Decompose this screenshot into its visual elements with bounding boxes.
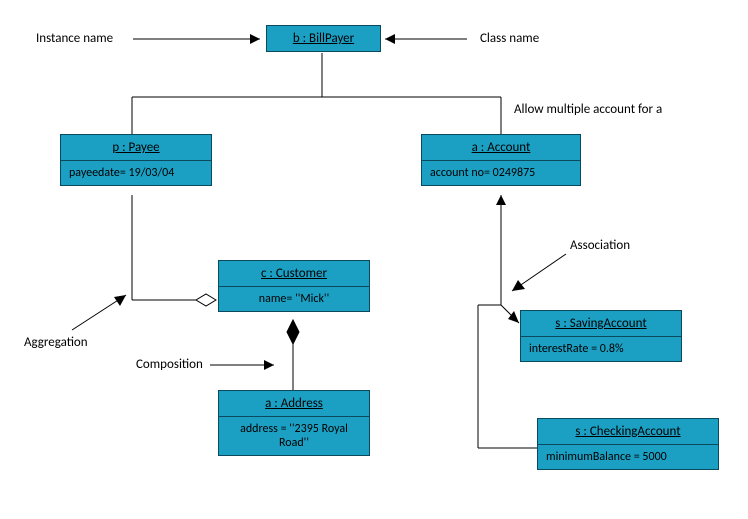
object-checking: s : CheckingAccount minimumBalance = 500…	[537, 418, 719, 470]
object-billpayer: b : BillPayer	[266, 25, 381, 52]
payee-header: p : Payee	[112, 140, 159, 155]
saving-header: s : SavingAccount	[555, 316, 646, 331]
object-customer: c : Customer name= ''Mick''	[218, 260, 370, 312]
object-saving: s : SavingAccount interestRate = 0.8%	[520, 310, 682, 362]
association-label: Association	[570, 238, 630, 253]
uml-object-diagram: Instance name Class name Allow multiple …	[0, 0, 748, 519]
checking-attr: minimumBalance = 5000	[538, 445, 718, 469]
aggregation-label: Aggregation	[24, 335, 88, 350]
allow-multiple-label: Allow multiple account for a	[514, 102, 662, 117]
object-payee: p : Payee payeedate= 19/03/04	[60, 134, 212, 186]
customer-attr: name= ''Mick''	[219, 287, 369, 311]
address-header: a : Address	[265, 396, 323, 411]
saving-attr: interestRate = 0.8%	[521, 337, 681, 361]
object-account: a : Account account no= 0249875	[421, 134, 581, 186]
account-attr: account no= 0249875	[422, 161, 580, 185]
customer-header: c : Customer	[261, 266, 327, 281]
instance-name-label: Instance name	[36, 31, 113, 46]
billpayer-header: b : BillPayer	[293, 31, 354, 46]
composition-label: Composition	[136, 357, 203, 372]
address-attr: address = ''2395 Royal Road''	[219, 417, 369, 455]
account-header: a : Account	[472, 140, 531, 155]
checking-header: s : CheckingAccount	[575, 424, 680, 439]
object-address: a : Address address = ''2395 Royal Road'…	[218, 390, 370, 456]
class-name-label: Class name	[480, 31, 539, 46]
payee-attr: payeedate= 19/03/04	[61, 161, 211, 185]
